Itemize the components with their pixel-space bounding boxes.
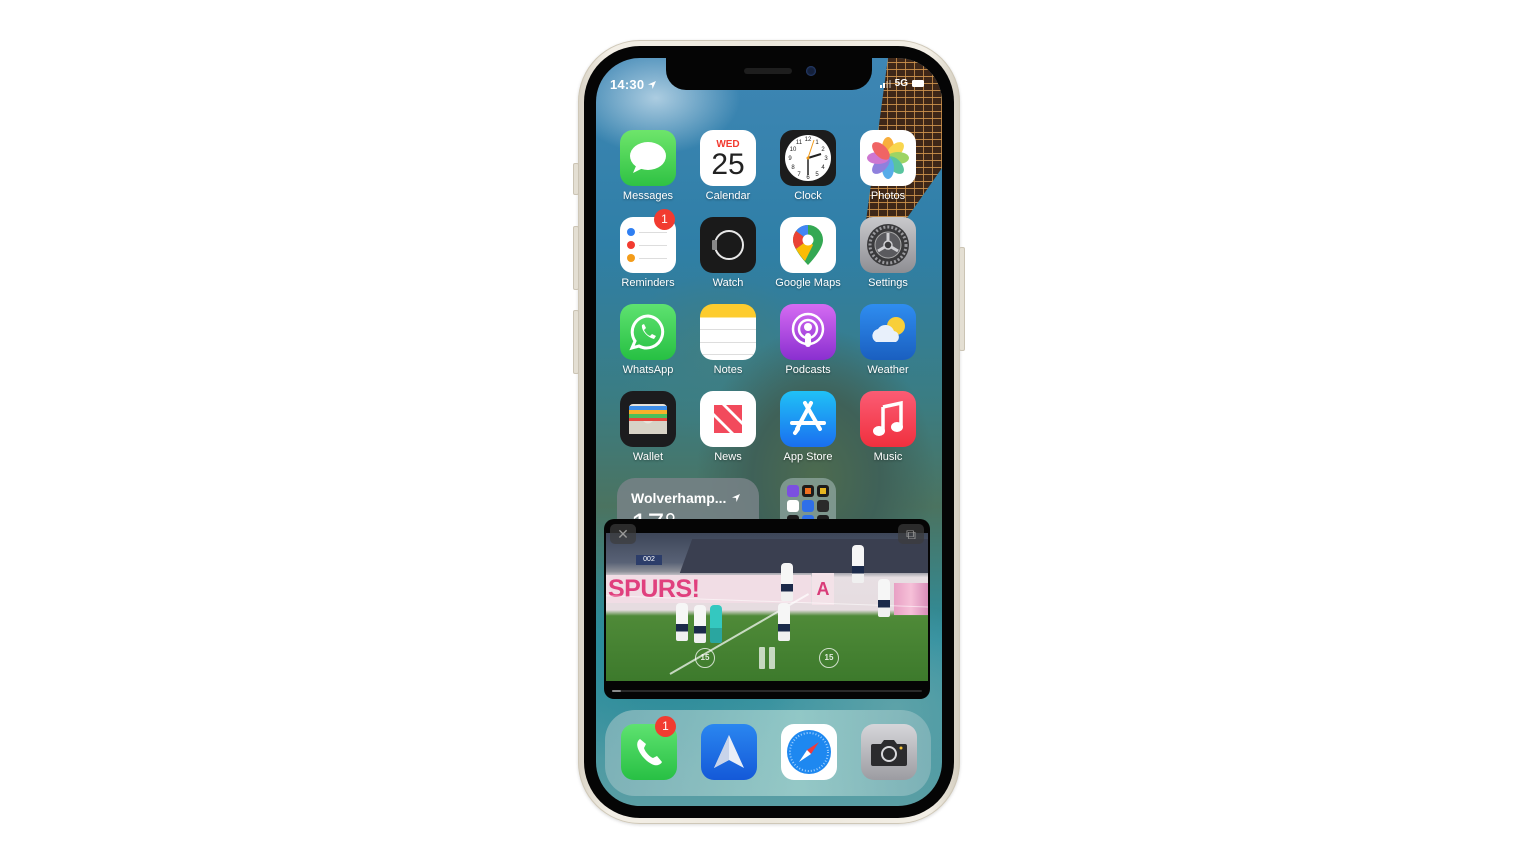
earpiece bbox=[744, 68, 792, 74]
news-icon bbox=[700, 391, 756, 447]
dock-app-camera[interactable]: Camera bbox=[852, 724, 926, 780]
player bbox=[778, 603, 790, 641]
player bbox=[694, 605, 706, 643]
notification-badge: 1 bbox=[655, 716, 676, 737]
goalkeeper bbox=[710, 605, 722, 643]
location-arrow-icon bbox=[732, 494, 741, 502]
side-button bbox=[959, 247, 965, 351]
folder-app-icon bbox=[787, 500, 799, 512]
app-whatsapp[interactable]: WhatsApp bbox=[611, 304, 685, 376]
notes-icon bbox=[700, 304, 756, 360]
playback-progress-bar[interactable] bbox=[612, 690, 922, 692]
status-time: 14:30 bbox=[610, 77, 657, 92]
wallet-icon bbox=[620, 391, 676, 447]
folder-app-icon bbox=[787, 485, 799, 497]
app-weather[interactable]: Weather bbox=[851, 304, 925, 376]
app-messages[interactable]: Messages bbox=[611, 130, 685, 202]
folder-app-icon bbox=[817, 500, 829, 512]
volume-up-button bbox=[573, 226, 579, 290]
svg-text:11: 11 bbox=[796, 140, 803, 146]
playback-progress-fill bbox=[612, 690, 622, 692]
app-store-icon bbox=[780, 391, 836, 447]
front-camera bbox=[806, 66, 816, 76]
app-wallet[interactable]: Wallet bbox=[611, 391, 685, 463]
stadium-banner-3 bbox=[894, 583, 928, 615]
video-frame[interactable]: 002 SPURS! A 15 15 bbox=[606, 533, 928, 681]
messages-icon bbox=[620, 130, 676, 186]
dock-app-safari[interactable]: Safari bbox=[772, 724, 846, 780]
photos-icon bbox=[860, 130, 916, 186]
google-maps-icon bbox=[780, 217, 836, 273]
app-watch[interactable]: Watch bbox=[691, 217, 765, 289]
signal-strength-icon bbox=[879, 79, 891, 88]
battery-icon bbox=[912, 80, 924, 87]
app-news[interactable]: News bbox=[691, 391, 765, 463]
settings-icon bbox=[860, 217, 916, 273]
app-notes[interactable]: Notes bbox=[691, 304, 765, 376]
notification-badge: 1 bbox=[654, 209, 675, 230]
clock-text: 14:30 bbox=[610, 77, 645, 92]
dock: 1 Phone Spark Safari bbox=[605, 710, 931, 796]
podcasts-icon bbox=[780, 304, 836, 360]
app-reminders[interactable]: 1 Reminders bbox=[611, 209, 685, 289]
widget-location: Wolverhamp... bbox=[631, 490, 727, 506]
safari-icon bbox=[781, 724, 837, 780]
player bbox=[781, 563, 793, 601]
player bbox=[676, 603, 688, 641]
app-photos[interactable]: Photos bbox=[851, 130, 925, 202]
playback-controls: 15 15 bbox=[606, 647, 928, 669]
location-arrow-icon bbox=[648, 80, 657, 89]
app-app-store[interactable]: App Store bbox=[771, 391, 845, 463]
watch-icon bbox=[700, 217, 756, 273]
player bbox=[852, 545, 864, 583]
return-to-app-button[interactable]: ⧉ bbox=[898, 524, 924, 544]
folder-app-icon bbox=[802, 485, 814, 497]
home-screen: 14:30 5G Messages WED 25 Calendar 12 1 2 3 4… bbox=[596, 58, 942, 806]
silent-switch bbox=[573, 163, 579, 195]
spark-mail-icon bbox=[701, 724, 757, 780]
stadium-stand bbox=[679, 539, 928, 573]
app-music[interactable]: Music bbox=[851, 391, 925, 463]
skip-forward-15-button[interactable]: 15 bbox=[819, 648, 839, 668]
camera-icon bbox=[861, 724, 917, 780]
dock-app-phone[interactable]: 1 Phone bbox=[612, 716, 686, 780]
notch bbox=[666, 58, 872, 90]
app-podcasts[interactable]: Podcasts bbox=[771, 304, 845, 376]
app-google-maps[interactable]: Google Maps bbox=[771, 217, 845, 289]
stadium-banner-2: A bbox=[812, 573, 834, 605]
close-pip-button[interactable]: ✕ bbox=[610, 524, 636, 544]
weather-icon bbox=[860, 304, 916, 360]
volume-down-button bbox=[573, 310, 579, 374]
svg-text:12: 12 bbox=[805, 137, 812, 143]
status-indicators: 5G bbox=[879, 78, 924, 89]
whatsapp-icon bbox=[620, 304, 676, 360]
svg-text:10: 10 bbox=[790, 147, 797, 153]
pause-button[interactable] bbox=[759, 647, 775, 669]
skip-back-15-button[interactable]: 15 bbox=[695, 648, 715, 668]
network-type: 5G bbox=[894, 78, 908, 89]
folder-app-icon bbox=[802, 500, 814, 512]
picture-in-picture-player[interactable]: 002 SPURS! A 15 15 ✕ ⧉ bbox=[604, 519, 930, 699]
player bbox=[878, 579, 890, 617]
dock-app-spark[interactable]: Spark bbox=[692, 724, 766, 780]
music-icon bbox=[860, 391, 916, 447]
calendar-icon: WED 25 bbox=[700, 130, 756, 186]
app-settings[interactable]: Settings bbox=[851, 217, 925, 289]
folder-app-icon bbox=[817, 485, 829, 497]
app-calendar[interactable]: WED 25 Calendar bbox=[691, 130, 765, 202]
clock-icon: 12 1 2 3 4 5 6 7 8 9 10 11 bbox=[780, 130, 836, 186]
scoreboard: 002 bbox=[636, 555, 662, 565]
app-clock[interactable]: 12 1 2 3 4 5 6 7 8 9 10 11 Clock bbox=[771, 130, 845, 202]
